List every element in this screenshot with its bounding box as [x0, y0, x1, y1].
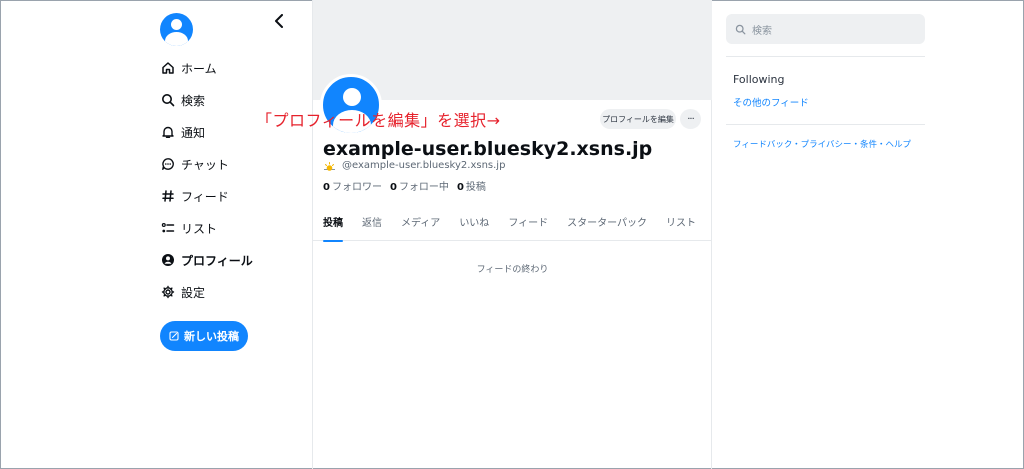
tab-lists[interactable]: リスト: [666, 207, 696, 241]
nav-item-lists[interactable]: リスト: [160, 212, 253, 244]
feed-following[interactable]: Following: [733, 73, 785, 86]
tab-posts[interactable]: 投稿: [323, 207, 343, 242]
followers-label: フォロワー: [331, 182, 382, 193]
instruction-annotation: 「プロフィールを編集」を選択→: [256, 111, 501, 130]
list-icon: [160, 220, 176, 236]
profile-stats: 0 フォロワー 0 フォロー中 0 投稿: [323, 178, 486, 193]
chevron-left-icon: [275, 14, 283, 28]
nav-item-label: リスト: [181, 221, 218, 236]
nav-item-home[interactable]: ホーム: [160, 52, 253, 84]
home-icon: [160, 60, 176, 76]
followers-stat[interactable]: 0 フォロワー: [323, 178, 382, 193]
tab-replies[interactable]: 返信: [362, 207, 382, 241]
tab-likes[interactable]: いいね: [459, 207, 489, 241]
nav-item-label: チャット: [181, 157, 229, 172]
divider: [726, 56, 925, 57]
nav-item-label: 通知: [181, 125, 206, 140]
edit-profile-label: プロフィールを編集: [602, 114, 674, 124]
nav-item-label: 設定: [181, 285, 206, 300]
posts-stat: 0 投稿: [457, 178, 486, 193]
nav-item-settings[interactable]: 設定: [160, 276, 253, 308]
posts-count: 0: [456, 182, 464, 193]
profile-tabs: 投稿 返信 メディア いいね フィード スターターパック リスト: [313, 207, 712, 242]
left-sidebar: ホーム 検索 通知 チャット フィード リスト プロフィール 設定 新しい投稿: [150, 0, 310, 469]
followers-count: 0: [323, 182, 330, 193]
back-button[interactable]: [268, 12, 290, 34]
right-sidebar: 検索 Following その他のフィード フィードバック・プライバシー・条件・…: [713, 0, 933, 469]
edit-profile-button[interactable]: プロフィールを編集: [600, 109, 676, 129]
compose-icon: [169, 331, 179, 341]
nav-item-feeds[interactable]: フィード: [160, 180, 253, 212]
new-post-button[interactable]: 新しい投稿: [160, 321, 248, 351]
nav-item-label: 検索: [181, 93, 206, 108]
main-nav: ホーム 検索 通知 チャット フィード リスト プロフィール 設定: [160, 52, 253, 308]
profile-handle[interactable]: @example-user.bluesky2.xsns.jp: [342, 160, 505, 171]
profile-icon: [160, 252, 176, 268]
nav-item-profile[interactable]: プロフィール: [160, 244, 253, 276]
gear-icon: [160, 284, 176, 300]
profile-main: プロフィールを編集 ··· example-user.bluesky2.xsns…: [312, 0, 712, 469]
divider: [726, 124, 925, 125]
search-icon: [735, 24, 746, 34]
nav-item-search[interactable]: 検索: [160, 84, 253, 116]
nav-item-label: フィード: [181, 189, 229, 204]
profile-display-name: example-user.bluesky2.xsns.jp: [323, 138, 653, 160]
search-icon: [160, 92, 176, 108]
nav-item-notifications[interactable]: 通知: [160, 116, 253, 148]
nav-item-chat[interactable]: チャット: [160, 148, 253, 180]
nav-item-label: プロフィール: [181, 253, 253, 268]
search-placeholder: 検索: [752, 25, 772, 37]
following-stat[interactable]: 0 フォロー中: [390, 178, 449, 193]
profile-handle-row: @example-user.bluesky2.xsns.jp: [323, 160, 505, 171]
more-options-button[interactable]: ···: [680, 109, 701, 129]
bell-icon: [160, 124, 176, 140]
posts-label: 投稿: [465, 182, 486, 193]
feed-end-text: フィードの終わり: [476, 265, 549, 275]
tab-media[interactable]: メディア: [401, 207, 440, 241]
sun-icon: [324, 162, 335, 171]
search-input[interactable]: 検索: [726, 14, 925, 44]
other-feeds-link[interactable]: その他のフィード: [733, 95, 809, 109]
new-post-label: 新しい投稿: [184, 330, 239, 343]
following-label: フォロー中: [398, 182, 449, 193]
user-avatar[interactable]: [160, 13, 193, 46]
following-count: 0: [389, 182, 397, 193]
ellipsis-icon: ···: [687, 113, 694, 125]
footer-links[interactable]: フィードバック・プライバシー・条件・ヘルプ: [733, 138, 911, 150]
tab-starter-packs[interactable]: スターターパック: [567, 207, 647, 241]
tab-feeds[interactable]: フィード: [508, 207, 548, 241]
hash-icon: [160, 188, 176, 204]
chat-icon: [160, 156, 176, 172]
nav-item-label: ホーム: [181, 61, 217, 76]
